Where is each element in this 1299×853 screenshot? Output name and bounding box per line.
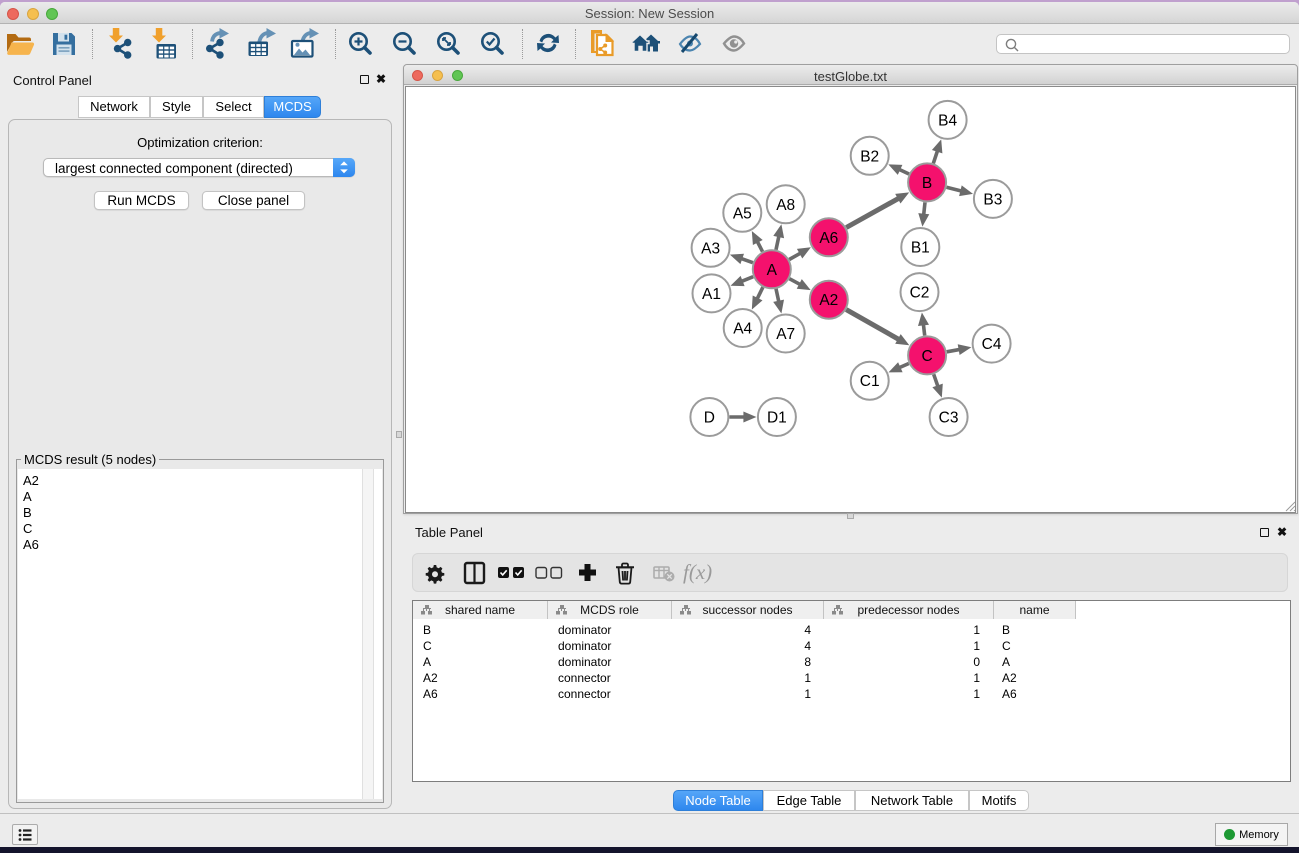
svg-text:B4: B4 — [938, 112, 957, 129]
svg-text:A7: A7 — [776, 326, 795, 343]
svg-text:C: C — [921, 348, 932, 365]
svg-text:f(x): f(x) — [683, 560, 712, 584]
svg-text:C3: C3 — [939, 410, 959, 427]
svg-text:D: D — [704, 410, 715, 427]
svg-text:A8: A8 — [776, 197, 795, 214]
svg-text:B: B — [922, 175, 932, 192]
svg-text:A4: A4 — [733, 321, 752, 338]
svg-text:C1: C1 — [860, 373, 880, 390]
svg-text:A3: A3 — [701, 240, 720, 257]
svg-text:B3: B3 — [983, 191, 1002, 208]
svg-text:A1: A1 — [702, 286, 721, 303]
svg-text:A6: A6 — [819, 230, 838, 247]
svg-text:C4: C4 — [982, 336, 1002, 353]
svg-text:B1: B1 — [911, 240, 930, 257]
svg-text:C2: C2 — [910, 285, 930, 302]
svg-text:D1: D1 — [767, 410, 787, 427]
svg-text:A5: A5 — [733, 205, 752, 222]
svg-text:B2: B2 — [860, 148, 879, 165]
svg-text:A: A — [767, 262, 778, 279]
svg-text:A2: A2 — [819, 292, 838, 309]
